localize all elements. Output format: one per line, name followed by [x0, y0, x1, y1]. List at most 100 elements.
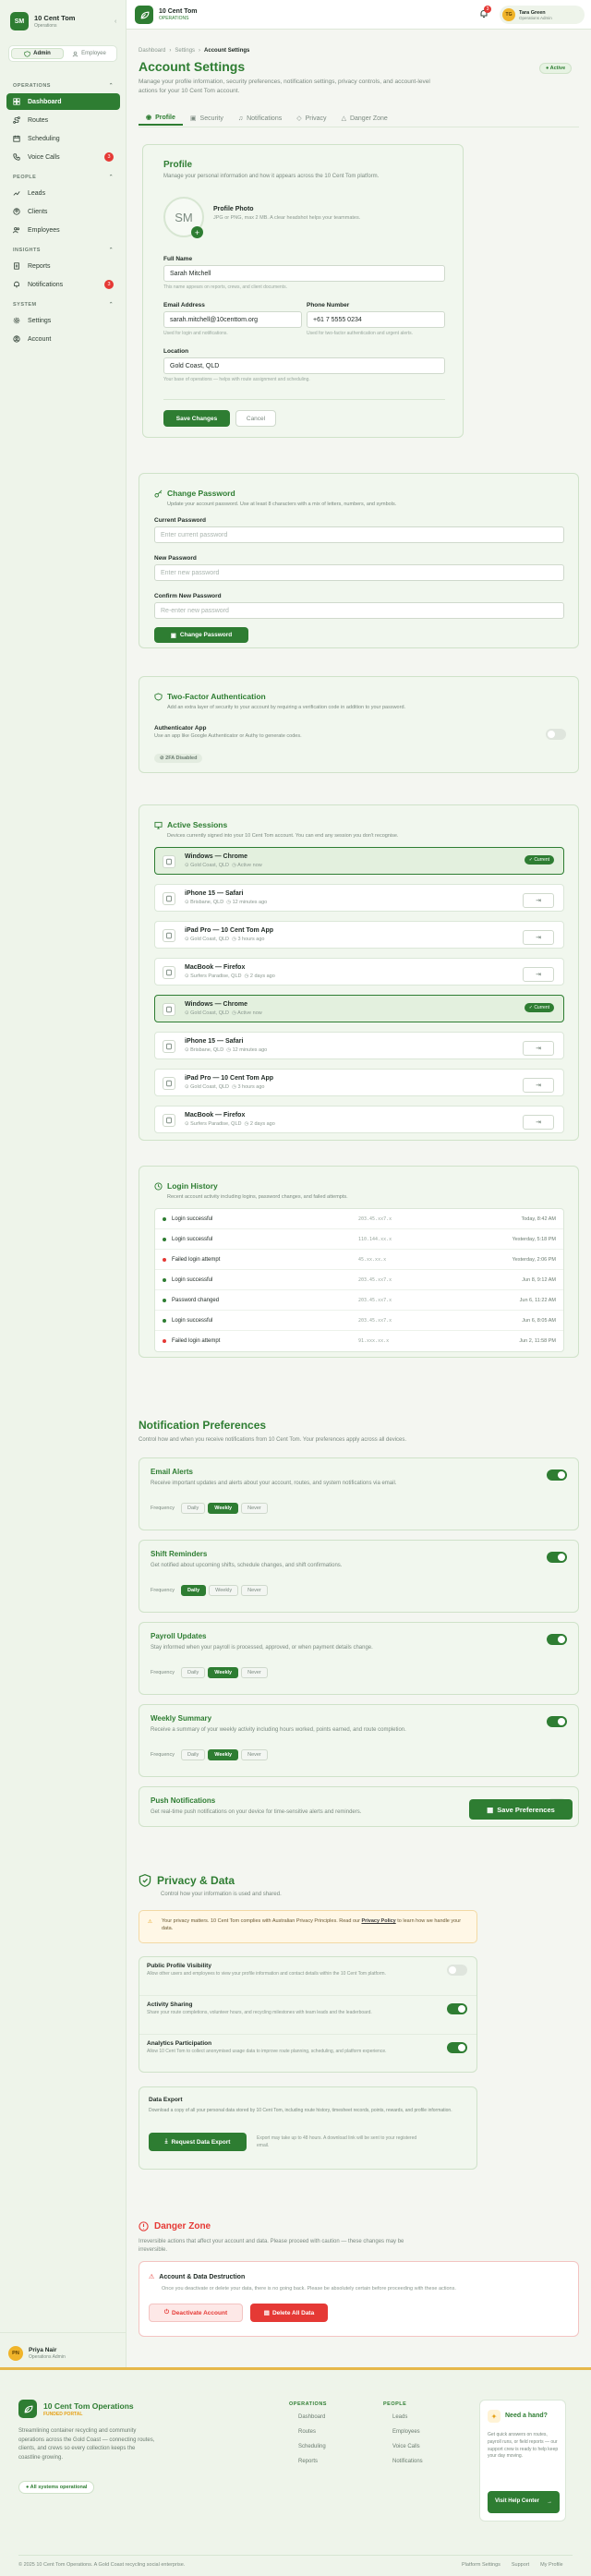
cancel-button[interactable]: Cancel [235, 410, 276, 427]
frequency-option[interactable]: Weekly [208, 1749, 239, 1760]
sidebar-item-clients[interactable]: Clients [6, 203, 120, 220]
frequency-option[interactable]: Daily [181, 1585, 207, 1596]
sign-out-session-button[interactable]: ⇥ [523, 893, 554, 908]
frequency-option[interactable]: Never [241, 1503, 268, 1514]
footer-link-support[interactable]: Support [512, 2562, 529, 2568]
sign-out-session-button[interactable]: ⇥ [523, 930, 554, 945]
employee-role-button[interactable]: Employee [64, 48, 115, 59]
sidebar-item-voice-calls[interactable]: Voice Calls 3 [6, 149, 120, 165]
frequency-option[interactable]: Daily [181, 1667, 206, 1678]
operations-section-title[interactable]: OPERATIONS ⌃ [13, 83, 114, 89]
frequency-option[interactable]: Daily [181, 1749, 206, 1760]
admin-role-button[interactable]: Admin [11, 48, 64, 59]
location-field[interactable]: Gold Coast, QLD [163, 357, 445, 374]
footer-link-leads[interactable]: Leads [383, 2414, 423, 2420]
login-history-row: Login successful 203.45.xx7.x Jun 8, 9:12 … [155, 1270, 563, 1290]
sidebar-item-notifications[interactable]: Notifications 3 [6, 276, 120, 293]
pref-toggle[interactable] [547, 1552, 567, 1563]
breadcrumb-settings[interactable]: Settings [175, 48, 195, 54]
status-dot [163, 1257, 166, 1262]
status-label: 2FA Disabled [165, 756, 198, 761]
sign-out-session-button[interactable]: ⇥ [523, 1115, 554, 1130]
clock-icon: ◷ [244, 1121, 249, 1127]
footer-link-routes[interactable]: Routes [289, 2429, 327, 2435]
notification-pref-card: Email Alerts Receive important updates an… [139, 1457, 579, 1530]
tab-notifications[interactable]: ♫ Notifications [231, 111, 289, 126]
sidebar-item-routes[interactable]: Routes [6, 112, 120, 128]
deactivate-account-button[interactable]: ⏻ Deactivate Account [149, 2304, 243, 2322]
frequency-option[interactable]: Never [241, 1749, 268, 1760]
current-password-field[interactable]: Enter current password [154, 526, 564, 543]
sidebar-brand[interactable]: SM 10 Cent Tom Operations [10, 12, 75, 30]
save-preferences-button[interactable]: ▦ Save Preferences [469, 1799, 573, 1820]
setting-title: Public Profile Visibility [147, 1963, 211, 1969]
sidebar-item-label: Scheduling [28, 135, 60, 142]
collapse-icon[interactable]: ‹ [115, 18, 116, 25]
sign-out-session-button[interactable]: ⇥ [523, 1041, 554, 1056]
pref-toggle[interactable] [547, 1634, 567, 1645]
phone-field[interactable]: +61 7 5555 0234 [307, 311, 445, 328]
tab-profile[interactable]: ◉ Profile [139, 111, 183, 126]
session-location: Brisbane, QLD [190, 900, 224, 905]
footer-link-scheduling[interactable]: Scheduling [289, 2444, 327, 2449]
frequency-option[interactable]: Weekly [208, 1667, 239, 1678]
two-factor-toggle[interactable] [546, 729, 566, 740]
footer-link-my-profile[interactable]: My Profile [540, 2562, 562, 2568]
frequency-option[interactable]: Daily [181, 1503, 206, 1514]
sidebar-item-scheduling[interactable]: Scheduling [6, 130, 120, 147]
visit-help-center-button[interactable]: Visit Help Center → [488, 2491, 560, 2513]
field-label: Email Address [163, 302, 205, 308]
tab-danger-zone[interactable]: △ Danger Zone [334, 111, 395, 126]
footer-link-voice-calls[interactable]: Voice Calls [383, 2444, 423, 2449]
sign-out-session-button[interactable]: ⇥ [523, 967, 554, 982]
insights-section-title[interactable]: INSIGHTS ⌃ [13, 248, 114, 253]
privacy-toggle[interactable] [447, 2042, 467, 2053]
session-time: 3 hours ago [237, 937, 265, 942]
section-title: Notification Preferences [139, 1419, 267, 1432]
tab-security[interactable]: ▣ Security [183, 111, 231, 126]
footer-link-reports[interactable]: Reports [289, 2459, 327, 2464]
tab-privacy[interactable]: ◇ Privacy [289, 111, 333, 126]
leaf-icon[interactable] [135, 6, 153, 24]
sign-out-session-button[interactable]: ⇥ [523, 1078, 554, 1093]
breadcrumb-dashboard[interactable]: Dashboard [139, 48, 165, 54]
footer-link-dashboard[interactable]: Dashboard [289, 2414, 327, 2420]
new-password-field[interactable]: Enter new password [154, 564, 564, 581]
sidebar-item-reports[interactable]: Reports [6, 258, 120, 274]
change-password-button[interactable]: ▣ Change Password [154, 627, 248, 643]
sidebar-item-dashboard[interactable]: Dashboard [6, 93, 120, 110]
footer-link-notifications[interactable]: Notifications [383, 2459, 423, 2464]
user-menu[interactable]: TG Tara Green Operations Admin [500, 6, 585, 24]
footer-link-platform-settings[interactable]: Platform Settings [462, 2562, 501, 2568]
notification-count-badge: 3 [484, 6, 491, 13]
pref-toggle[interactable] [547, 1716, 567, 1727]
frequency-option[interactable]: Never [241, 1585, 268, 1596]
session-row: iPad Pro — 10 Cent Tom App ⊙ Gold Coast, … [154, 921, 564, 949]
email-field[interactable]: sarah.mitchell@10centtom.org [163, 311, 302, 328]
notifications-button[interactable]: 3 [479, 6, 491, 18]
privacy-toggle[interactable] [447, 2003, 467, 2014]
privacy-toggle[interactable] [447, 1965, 467, 1976]
sidebar-item-settings[interactable]: Settings [6, 312, 120, 329]
bell-icon: ♫ [237, 115, 244, 122]
add-photo-icon[interactable]: + [191, 226, 203, 238]
clients-icon [13, 208, 20, 215]
frequency-option[interactable]: Weekly [208, 1503, 239, 1514]
people-section-title[interactable]: PEOPLE ⌃ [13, 175, 114, 180]
request-data-export-button[interactable]: ⤓ Request Data Export [149, 2133, 247, 2151]
system-section-title[interactable]: SYSTEM ⌃ [13, 302, 114, 308]
field-label: Phone Number [307, 302, 350, 308]
logout-icon: ⇥ [536, 1082, 541, 1089]
sidebar-item-account[interactable]: Account [6, 331, 120, 347]
privacy-policy-link[interactable]: Privacy Policy [361, 1918, 395, 1924]
sidebar-item-leads[interactable]: Leads [6, 185, 120, 201]
full-name-field[interactable]: Sarah Mitchell [163, 265, 445, 282]
delete-all-data-button[interactable]: ▤ Delete All Data [250, 2304, 328, 2322]
pref-toggle[interactable] [547, 1469, 567, 1481]
confirm-password-field[interactable]: Re-enter new password [154, 602, 564, 619]
frequency-option[interactable]: Weekly [209, 1585, 239, 1596]
save-changes-button[interactable]: Save Changes [163, 410, 230, 427]
footer-link-employees[interactable]: Employees [383, 2429, 423, 2435]
frequency-option[interactable]: Never [241, 1667, 268, 1678]
sidebar-item-employees[interactable]: Employees [6, 222, 120, 238]
